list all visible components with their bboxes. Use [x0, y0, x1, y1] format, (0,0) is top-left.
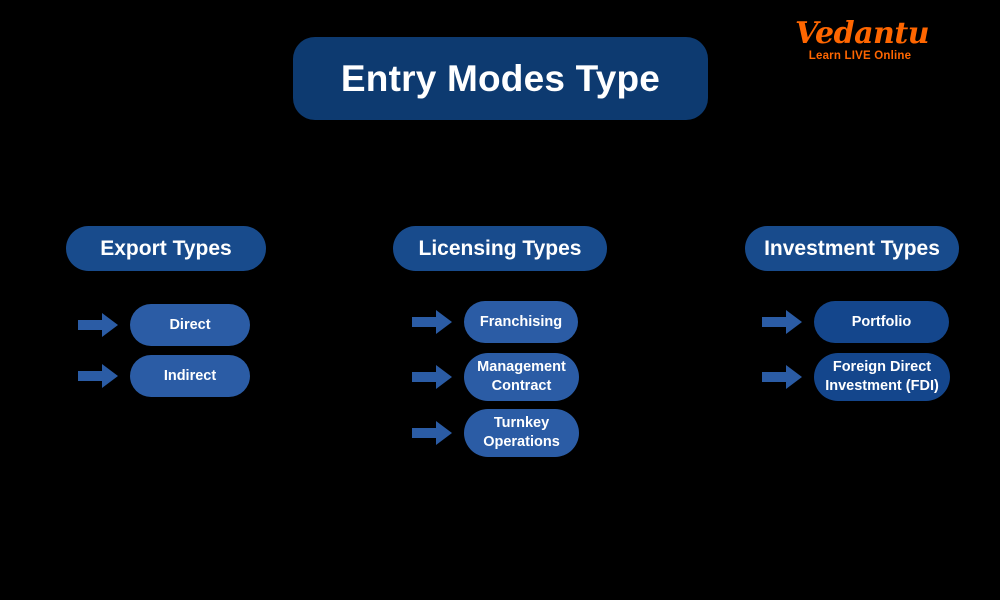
column-header-label: Investment Types	[764, 236, 940, 260]
arrow-right-icon	[412, 421, 452, 445]
column-header-export: Export Types	[66, 226, 266, 271]
child-item-pill[interactable]: Portfolio	[814, 301, 949, 343]
column-export: Export Types	[66, 226, 266, 271]
column-header-licensing: Licensing Types	[393, 226, 607, 271]
child-item-label: Franchising	[479, 313, 563, 330]
child-item-label: Foreign Direct Investment (FDI)	[825, 359, 939, 394]
arrow-right-icon	[78, 313, 118, 337]
logo-tagline: Learn LIVE Online	[808, 50, 912, 62]
vedantu-logo: Vedantu Learn LIVE Online	[795, 16, 930, 70]
child-item-pill[interactable]: Franchising	[464, 301, 578, 343]
arrow-right-icon	[762, 310, 802, 334]
column-header-label: Licensing Types	[418, 236, 582, 260]
child-item-pill[interactable]: Management Contract	[464, 353, 579, 401]
child-item-row: Foreign Direct Investment (FDI)	[762, 353, 950, 401]
child-item-row: Direct	[78, 304, 250, 346]
child-item-label: Turnkey Operations	[483, 415, 560, 450]
arrow-right-icon	[762, 365, 802, 389]
logo-wordmark: Vedantu	[795, 16, 930, 51]
arrow-right-icon	[78, 364, 118, 388]
child-item-row: Portfolio	[762, 301, 949, 343]
arrow-right-icon	[412, 365, 452, 389]
child-item-row: Turnkey Operations	[412, 409, 579, 457]
child-item-pill[interactable]: Foreign Direct Investment (FDI)	[814, 353, 950, 401]
column-licensing: Licensing Types	[393, 226, 607, 271]
diagram-canvas: Entry Modes Type Vedantu Learn LIVE Onli…	[0, 0, 1000, 600]
child-item-row: Franchising	[412, 301, 578, 343]
column-header-label: Export Types	[100, 236, 232, 260]
child-item-label: Indirect	[163, 367, 217, 384]
child-item-pill[interactable]: Direct	[130, 304, 250, 346]
column-header-investment: Investment Types	[745, 226, 959, 271]
child-item-label: Portfolio	[851, 313, 912, 330]
child-item-label: Management Contract	[477, 359, 566, 394]
child-item-pill[interactable]: Indirect	[130, 355, 250, 397]
child-item-label: Direct	[169, 316, 211, 333]
arrow-right-icon	[412, 310, 452, 334]
child-item-row: Management Contract	[412, 353, 579, 401]
child-item-pill[interactable]: Turnkey Operations	[464, 409, 579, 457]
page-title: Entry Modes Type	[340, 57, 661, 99]
diagram-title-box: Entry Modes Type	[293, 37, 708, 120]
column-investment: Investment Types	[745, 226, 959, 271]
child-item-row: Indirect	[78, 355, 250, 397]
